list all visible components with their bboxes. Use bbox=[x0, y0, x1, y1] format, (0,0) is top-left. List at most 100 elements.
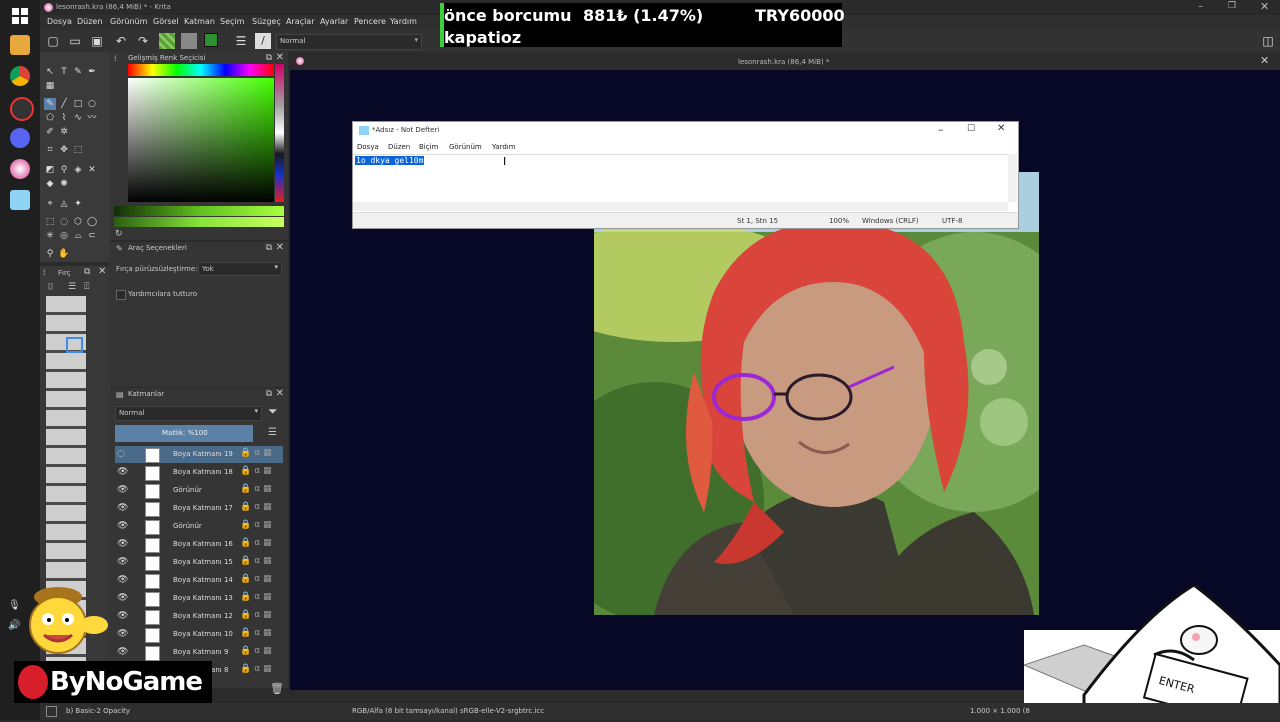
menu-edit[interactable]: Düzen bbox=[77, 17, 102, 26]
layer-lock-alpha-icons[interactable]: 🔒α▦ bbox=[240, 592, 275, 602]
refresh-icon[interactable]: ↻ bbox=[115, 229, 123, 239]
obs-icon[interactable] bbox=[10, 97, 34, 121]
layer-row[interactable]: 👁 Boya Katmanı 16 🔒α▦ bbox=[115, 536, 283, 553]
reference-tool-icon[interactable]: ✦ bbox=[72, 198, 84, 210]
pattern-swatch-icon[interactable] bbox=[159, 33, 175, 49]
list-view-icon[interactable]: ☰ bbox=[68, 282, 76, 292]
save-icon[interactable]: ▣ bbox=[89, 33, 105, 49]
visibility-eye-icon[interactable]: 👁 bbox=[117, 557, 128, 567]
restore-icon[interactable]: ❐ bbox=[1228, 1, 1236, 11]
import-icon[interactable]: ⍐ bbox=[84, 282, 89, 292]
brush-presets-icon[interactable]: ☰ bbox=[233, 33, 249, 49]
menu-view[interactable]: Görünüm bbox=[110, 17, 147, 26]
float-panel-icon[interactable]: ⧉ bbox=[266, 243, 272, 253]
pan-tool-icon[interactable]: ✋ bbox=[58, 248, 70, 260]
smart-patch-icon[interactable]: ✕ bbox=[86, 164, 98, 176]
layer-lock-alpha-icons[interactable]: 🔒α▦ bbox=[240, 664, 275, 674]
discord-icon[interactable] bbox=[10, 128, 30, 148]
layer-lock-alpha-icons[interactable]: 🔒α▦ bbox=[240, 610, 275, 620]
close-icon[interactable]: ✕ bbox=[1260, 0, 1269, 13]
visibility-eye-icon[interactable]: ◌ bbox=[117, 449, 125, 459]
microphone-icon[interactable]: 🎙 bbox=[8, 600, 21, 611]
text-tool-icon[interactable]: T bbox=[58, 66, 70, 78]
foreground-color-icon[interactable] bbox=[204, 33, 218, 47]
polygon-tool-icon[interactable]: ⬠ bbox=[44, 112, 56, 124]
assistant-icon[interactable]: ▦ bbox=[44, 80, 56, 92]
select-tool-icon[interactable]: ↖ bbox=[44, 66, 56, 78]
float-panel-icon[interactable]: ⧉ bbox=[84, 267, 90, 277]
brush-tip-icon[interactable]: / bbox=[255, 33, 271, 49]
visibility-eye-icon[interactable]: 👁 bbox=[117, 647, 128, 657]
layer-row[interactable]: 👁 Boya Katmanı 10 🔒α▦ bbox=[115, 626, 283, 643]
np-menu-format[interactable]: Biçim bbox=[419, 143, 438, 151]
new-file-icon[interactable]: ▢ bbox=[45, 33, 61, 49]
gradient-tool-icon[interactable]: ◈ bbox=[72, 164, 84, 176]
layer-row[interactable]: 👁 Görünür 🔒α▦ bbox=[115, 482, 283, 499]
windows-start-icon[interactable] bbox=[12, 8, 28, 24]
layer-lock-alpha-icons[interactable]: 🔒α▦ bbox=[240, 538, 275, 548]
layer-row[interactable]: 👁 Boya Katmanı 9 🔒α▦ bbox=[115, 644, 283, 661]
menu-filter[interactable]: Süzgeç bbox=[252, 17, 281, 26]
notepad-selected-text[interactable]: 1o dkya gel10m bbox=[355, 156, 425, 165]
freehand-select-icon[interactable]: ◯ bbox=[86, 216, 98, 228]
menu-settings[interactable]: Ayarlar bbox=[320, 17, 348, 26]
edit-shapes-icon[interactable]: ✎ bbox=[72, 66, 84, 78]
color-history-strip[interactable] bbox=[275, 64, 284, 202]
colorize-mask-icon[interactable]: ◆ bbox=[44, 178, 56, 190]
calligraphy-icon[interactable]: ✒ bbox=[86, 66, 98, 78]
layer-lock-alpha-icons[interactable]: 🔒α▦ bbox=[240, 574, 275, 584]
layer-lock-alpha-icons[interactable]: 🔒α▦ bbox=[240, 556, 275, 566]
close-panel-icon[interactable]: ✕ bbox=[276, 52, 284, 63]
visibility-eye-icon[interactable]: 👁 bbox=[117, 467, 128, 477]
bezier-tool-icon[interactable]: ∿ bbox=[72, 112, 84, 124]
similar-select-icon[interactable]: ◎ bbox=[58, 230, 70, 242]
transform-tool-icon[interactable]: ⬚ bbox=[72, 144, 84, 156]
menu-help[interactable]: Yardım bbox=[390, 17, 417, 26]
layers-menu-icon[interactable]: ☰ bbox=[268, 427, 277, 438]
gradient-swatch-icon[interactable] bbox=[181, 33, 197, 49]
float-panel-icon[interactable]: ⧉ bbox=[266, 389, 272, 399]
artwork-painting[interactable] bbox=[594, 172, 1039, 615]
layer-row[interactable]: 👁 Görünür 🔒α▦ bbox=[115, 518, 283, 535]
layer-row[interactable]: ◌ Boya Katmanı 19 🔒α▦ bbox=[115, 446, 283, 463]
menu-window[interactable]: Pencere bbox=[354, 17, 386, 26]
rect-select-icon[interactable]: ⬚ bbox=[44, 216, 56, 228]
delete-layer-icon[interactable]: 🗑 bbox=[270, 682, 284, 695]
filter-icon[interactable]: ⏷ bbox=[268, 404, 278, 419]
layer-row[interactable]: 👁 Boya Katmanı 15 🔒α▦ bbox=[115, 554, 283, 571]
crop-tool-icon[interactable]: ⌗ bbox=[44, 144, 56, 156]
move-tool-icon[interactable]: ✥ bbox=[58, 144, 70, 156]
saturation-value-field[interactable] bbox=[128, 78, 274, 202]
ellipse-tool-icon[interactable]: ○ bbox=[86, 98, 98, 110]
krita-icon[interactable] bbox=[10, 159, 30, 179]
menu-file[interactable]: Dosya bbox=[47, 17, 72, 26]
layer-blend-select[interactable]: Normal ▾ bbox=[115, 406, 262, 421]
np-menu-edit[interactable]: Düzen bbox=[388, 143, 410, 151]
visibility-eye-icon[interactable]: 👁 bbox=[117, 521, 128, 531]
maximize-icon[interactable]: ☐ bbox=[967, 124, 975, 134]
visibility-eye-icon[interactable]: 👁 bbox=[117, 539, 128, 549]
shade-strip-1[interactable] bbox=[114, 206, 284, 216]
chrome-icon[interactable] bbox=[10, 66, 30, 86]
layer-lock-alpha-icons[interactable]: 🔒α▦ bbox=[240, 484, 275, 494]
layer-lock-alpha-icons[interactable]: 🔒α▦ bbox=[240, 646, 275, 656]
ellipse-select-icon[interactable]: ◌ bbox=[58, 216, 70, 228]
freehand-path-icon[interactable]: 〰 bbox=[86, 112, 98, 124]
workspace-icon[interactable]: ◫ bbox=[1260, 33, 1276, 49]
visibility-eye-icon[interactable]: 👁 bbox=[117, 575, 128, 585]
minimize-icon[interactable]: – bbox=[938, 123, 944, 136]
close-panel-icon[interactable]: ✕ bbox=[276, 388, 284, 399]
menu-image[interactable]: Görsel bbox=[153, 17, 179, 26]
notepad-text-area[interactable]: 1o dkya gel10m I bbox=[353, 154, 1008, 203]
tag-icon[interactable]: ⌷ bbox=[48, 282, 53, 292]
close-icon[interactable]: ✕ bbox=[997, 123, 1005, 134]
layer-lock-alpha-icons[interactable]: 🔒α▦ bbox=[240, 628, 275, 638]
menu-layer[interactable]: Katman bbox=[184, 17, 215, 26]
vertical-scrollbar[interactable] bbox=[1008, 154, 1017, 202]
selected-brush-preset[interactable] bbox=[66, 337, 83, 353]
line-tool-icon[interactable]: ╱ bbox=[58, 98, 70, 110]
layer-row[interactable]: 👁 Boya Katmanı 17 🔒α▦ bbox=[115, 500, 283, 517]
np-menu-file[interactable]: Dosya bbox=[357, 143, 379, 151]
notepad-icon[interactable] bbox=[10, 190, 30, 210]
layer-row[interactable]: 👁 Boya Katmanı 18 🔒α▦ bbox=[115, 464, 283, 481]
